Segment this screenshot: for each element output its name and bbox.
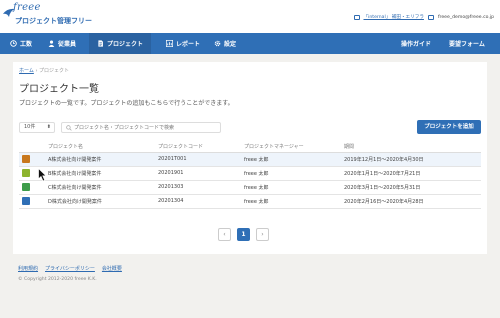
table-header-row: プロジェクト名 プロジェクトコード プロジェクトマネージャー 期間: [19, 142, 481, 153]
per-page-value: 10件: [24, 124, 36, 130]
prev-page-button[interactable]: ‹: [218, 228, 231, 241]
project-name: A株式会社向け開発案件: [45, 152, 155, 167]
breadcrumb-home[interactable]: ホーム: [19, 68, 34, 74]
project-code: 20201303: [155, 180, 241, 195]
user-email[interactable]: freee_demo@freee.co.jp: [438, 15, 494, 20]
breadcrumb-separator: ›: [35, 68, 38, 74]
project-color-swatch: [22, 169, 30, 177]
nav-item-settings[interactable]: 設定: [208, 33, 242, 54]
project-period: 2020年2月16日〜2020年4月28日: [341, 194, 481, 209]
page-title: プロジェクト一覧: [19, 84, 99, 95]
clock-icon: [10, 40, 17, 47]
color-cell: [19, 194, 45, 209]
project-manager: freee 太郎: [241, 152, 341, 167]
project-table: プロジェクト名 プロジェクトコード プロジェクトマネージャー 期間 A株式会社向…: [19, 142, 481, 209]
col-header-manager[interactable]: プロジェクトマネージャー: [241, 142, 341, 153]
mail-icon: [427, 14, 434, 20]
col-header-period[interactable]: 期間: [341, 142, 481, 153]
col-header-name[interactable]: プロジェクト名: [45, 142, 155, 153]
project-period: 2020年1月1日〜2020年7月21日: [341, 166, 481, 181]
footer-link-terms[interactable]: 利用規約: [18, 265, 38, 272]
app-name[interactable]: プロジェクト管理フリー: [15, 16, 92, 26]
project-manager: freee 太郎: [241, 180, 341, 195]
nav-guide-link[interactable]: 操作ガイド: [401, 33, 431, 54]
company-link[interactable]: 「internal」 補田・エリフラ: [364, 14, 424, 20]
project-manager: freee 太郎: [241, 194, 341, 209]
breadcrumb-current: プロジェクト: [39, 68, 70, 74]
person-icon: [48, 40, 55, 47]
top-bar: freee プロジェクト管理フリー 「internal」 補田・エリフラ fre…: [0, 0, 500, 33]
nav-item-reports[interactable]: レポート: [160, 33, 206, 54]
breadcrumb: ホーム › プロジェクト: [19, 67, 69, 74]
page-description: プロジェクトの一覧です。プロジェクトの追加もこちらで行うことができます。: [19, 100, 234, 107]
color-cell: [19, 152, 45, 167]
footer-link-privacy[interactable]: プライバシーポリシー: [45, 265, 95, 272]
per-page-select[interactable]: 10件 ⬍: [19, 122, 55, 133]
nav-label: 従業員: [58, 41, 77, 48]
table-row[interactable]: B株式会社向け開発案件 20201901 freee 太郎 2020年1月1日〜202…: [19, 166, 481, 181]
gear-icon: [214, 40, 221, 47]
next-page-button[interactable]: ›: [256, 228, 269, 241]
nav-item-projects[interactable]: プロジェクト: [89, 33, 152, 54]
table-row[interactable]: C株式会社向け開発案件 20201303 freee 太郎 2020年3月1日〜202…: [19, 180, 481, 195]
project-manager: freee 太郎: [241, 166, 341, 181]
project-color-swatch: [22, 183, 30, 191]
current-page-button[interactable]: 1: [237, 228, 250, 241]
col-header-color: [19, 142, 45, 153]
project-color-swatch: [22, 155, 30, 163]
project-period: 2019年12月1日〜2020年4月30日: [341, 152, 481, 167]
add-project-button[interactable]: プロジェクトを追加: [417, 120, 481, 134]
nav-label: 設定: [224, 41, 237, 48]
table-row[interactable]: D株式会社向け開発案件 20201304 freee 太郎 2020年2月16日〜20…: [19, 194, 481, 209]
search-icon: [66, 125, 72, 131]
project-name: B株式会社向け開発案件: [45, 166, 155, 181]
nav-label: レポート: [176, 41, 201, 48]
pagination: ‹ 1 ›: [218, 228, 269, 241]
project-color-swatch: [22, 197, 30, 205]
nav-item-employees[interactable]: 従業員: [42, 33, 82, 54]
nav-feedback-link[interactable]: 要望フォーム: [449, 33, 485, 54]
nav-item-kousu[interactable]: 工数: [4, 33, 38, 54]
logo-text[interactable]: freee: [13, 2, 41, 13]
table-row[interactable]: A株式会社向け開発案件 20201T001 freee 太郎 2019年12月1日〜2…: [19, 152, 481, 167]
nav-label: 工数: [20, 41, 33, 48]
footer-links: 利用規約 プライバシーポリシー 会社概要: [18, 265, 122, 272]
select-arrow-icon: ⬍: [46, 124, 51, 130]
copyright: © Copyright 2012-2020 freee K.K.: [18, 277, 97, 282]
project-code: 20201304: [155, 194, 241, 209]
main-nav: 工数 従業員 プロジェクト レポート 設定 操作ガイド 要望フォーム: [0, 33, 500, 54]
mouse-cursor-icon: [38, 168, 47, 182]
project-name: C株式会社向け開発案件: [45, 180, 155, 195]
color-cell: [19, 180, 45, 195]
user-area: 「internal」 補田・エリフラ freee_demo@freee.co.j…: [353, 14, 494, 20]
main-card: ホーム › プロジェクト プロジェクト一覧 プロジェクトの一覧です。プロジェクト…: [13, 62, 487, 254]
chart-icon: [166, 40, 173, 47]
document-icon: [98, 40, 103, 47]
project-period: 2020年3月1日〜2020年5月31日: [341, 180, 481, 195]
search-box[interactable]: [61, 122, 221, 133]
company-icon: [353, 14, 360, 20]
project-code: 20201T001: [155, 152, 241, 167]
search-input[interactable]: [74, 124, 218, 132]
project-name: D株式会社向け開発案件: [45, 194, 155, 209]
project-code: 20201901: [155, 166, 241, 181]
col-header-code[interactable]: プロジェクトコード: [155, 142, 241, 153]
nav-label: プロジェクト: [107, 41, 144, 48]
footer-link-company[interactable]: 会社概要: [102, 265, 122, 272]
